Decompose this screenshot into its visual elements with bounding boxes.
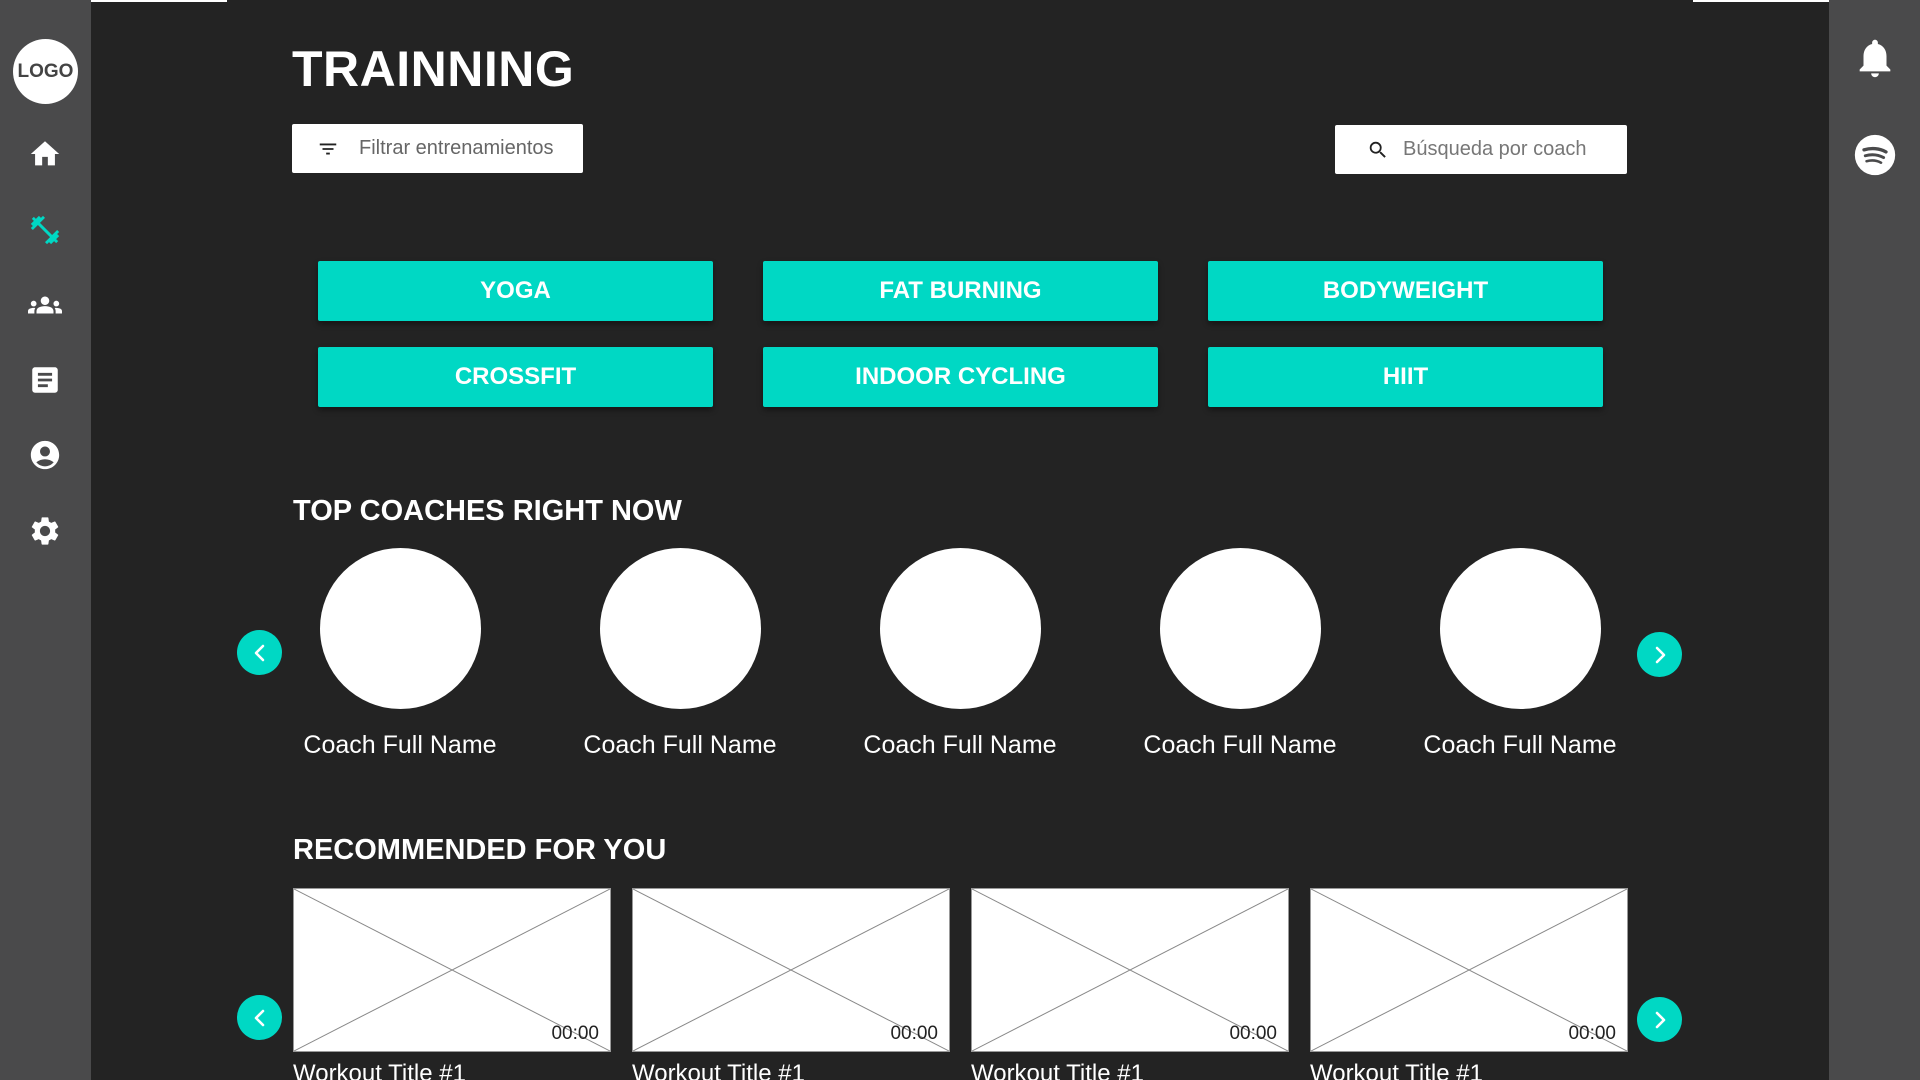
category-crossfit-button[interactable]: CROSSFIT xyxy=(318,347,713,407)
coach-card[interactable]: Coach Full Name xyxy=(850,548,1070,760)
recommended-prev-button[interactable] xyxy=(237,995,282,1040)
bell-icon xyxy=(1859,39,1891,78)
page-title: TRAINNING xyxy=(292,41,575,97)
home-icon xyxy=(30,141,60,166)
category-yoga-button[interactable]: YOGA xyxy=(318,261,713,321)
workout-title: Workout Title #1 xyxy=(1310,1060,1483,1080)
workout-thumbnail: 00:00 xyxy=(1310,888,1628,1052)
chevron-left-icon xyxy=(254,1009,264,1026)
workout-duration: 00:00 xyxy=(890,1023,938,1044)
notifications-button[interactable] xyxy=(1852,35,1898,81)
workout-card[interactable]: 00:00 Workout Title #1 xyxy=(1310,888,1628,1080)
search-icon xyxy=(1369,141,1386,158)
coach-avatar xyxy=(1439,548,1601,709)
workout-duration: 00:00 xyxy=(1568,1023,1616,1044)
sidebar-item-settings[interactable] xyxy=(27,513,63,549)
coach-name: Coach Full Name xyxy=(863,731,1057,759)
spotify-icon xyxy=(1854,134,1896,176)
chevron-right-icon xyxy=(1655,1011,1665,1028)
category-hiit-button[interactable]: HIIT xyxy=(1208,347,1603,407)
sidebar-item-home[interactable] xyxy=(27,136,63,172)
coach-search[interactable] xyxy=(1335,125,1627,174)
workout-card[interactable]: 00:00 Workout Title #1 xyxy=(632,888,950,1080)
coach-card[interactable]: Coach Full Name xyxy=(290,548,510,760)
spotify-button[interactable] xyxy=(1852,132,1898,178)
document-icon xyxy=(32,367,58,393)
coach-card[interactable]: Coach Full Name xyxy=(1410,548,1630,760)
coach-card[interactable]: Coach Full Name xyxy=(570,548,790,760)
logo[interactable]: LOGO xyxy=(13,39,78,104)
category-fat-burning-button[interactable]: FAT BURNING xyxy=(763,261,1158,321)
top-divider xyxy=(91,0,227,2)
workout-title: Workout Title #1 xyxy=(971,1060,1144,1080)
coaches-prev-button[interactable] xyxy=(237,630,282,675)
coach-card[interactable]: Coach Full Name xyxy=(1130,548,1350,760)
workout-thumbnail: 00:00 xyxy=(632,888,950,1052)
coach-name: Coach Full Name xyxy=(583,731,777,759)
top-coaches-title: TOP COACHES RIGHT NOW xyxy=(293,495,682,527)
right-sidebar xyxy=(1829,0,1920,1080)
coach-avatar xyxy=(319,548,481,709)
filter-workouts-button[interactable]: Filtrar entrenamientos xyxy=(292,124,583,173)
workout-duration: 00:00 xyxy=(1229,1023,1277,1044)
coach-name: Coach Full Name xyxy=(1143,731,1337,759)
coaches-next-button[interactable] xyxy=(1637,632,1682,677)
workout-thumbnail: 00:00 xyxy=(293,888,611,1052)
filter-label: Filtrar entrenamientos xyxy=(359,137,554,159)
chevron-right-icon xyxy=(1655,646,1665,663)
workout-title: Workout Title #1 xyxy=(632,1060,805,1080)
top-divider xyxy=(1693,0,1829,2)
workout-card[interactable]: 00:00 Workout Title #1 xyxy=(971,888,1289,1080)
settings-icon xyxy=(31,517,59,545)
coach-name: Coach Full Name xyxy=(1423,731,1617,759)
workout-card[interactable]: 00:00 Workout Title #1 xyxy=(293,888,611,1080)
chevron-left-icon xyxy=(254,644,264,661)
workout-duration: 00:00 xyxy=(551,1023,599,1044)
sidebar-item-training[interactable] xyxy=(27,212,63,248)
recommended-next-button[interactable] xyxy=(1637,997,1682,1042)
category-bodyweight-button[interactable]: BODYWEIGHT xyxy=(1208,261,1603,321)
recommended-title: RECOMMENDED FOR YOU xyxy=(293,834,667,866)
search-input[interactable] xyxy=(1403,138,1623,161)
coach-name: Coach Full Name xyxy=(303,731,497,759)
dumbbell-icon xyxy=(30,215,60,245)
sidebar-item-community[interactable] xyxy=(27,287,63,323)
sidebar-item-profile[interactable] xyxy=(27,437,63,473)
group-icon xyxy=(28,296,62,314)
account-icon xyxy=(30,440,60,470)
coach-avatar xyxy=(879,548,1041,709)
left-sidebar: LOGO xyxy=(0,0,91,1080)
category-indoor-cycling-button[interactable]: INDOOR CYCLING xyxy=(763,347,1158,407)
workout-title: Workout Title #1 xyxy=(293,1060,466,1080)
filter-icon xyxy=(319,143,337,154)
workout-thumbnail: 00:00 xyxy=(971,888,1289,1052)
sidebar-item-documents[interactable] xyxy=(27,362,63,398)
coach-avatar xyxy=(599,548,761,709)
coach-avatar xyxy=(1159,548,1321,709)
